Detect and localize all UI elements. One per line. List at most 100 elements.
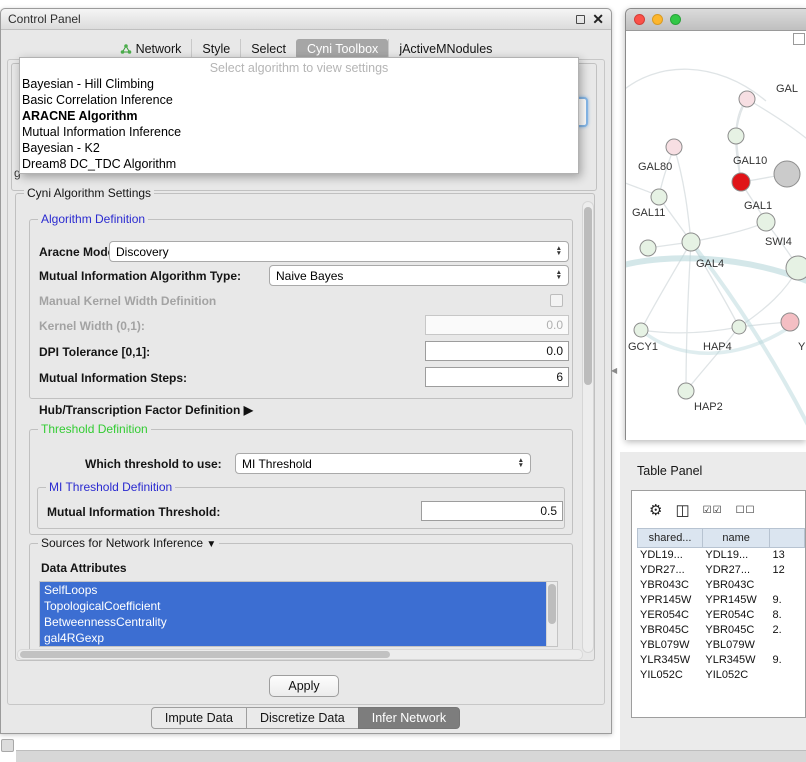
algorithm-option-bayesian-k2[interactable]: Bayesian - K2 xyxy=(20,140,578,156)
close-traffic-light[interactable] xyxy=(634,14,645,25)
algorithm-option-basic-correlation-inference[interactable]: Basic Correlation Inference xyxy=(20,92,578,108)
network-node[interactable] xyxy=(728,128,744,144)
column-header-name[interactable]: name xyxy=(702,528,770,548)
table-cell: YDL19... xyxy=(702,548,769,563)
network-node-gal[interactable] xyxy=(739,91,755,107)
which-threshold-combo[interactable]: MI Threshold ▲▼ xyxy=(235,453,531,474)
network-node-gal80[interactable] xyxy=(666,139,682,155)
clear-selection-icon[interactable]: ☐☐ xyxy=(736,506,756,516)
aracne-mode-combo[interactable]: Discovery ▲▼ xyxy=(109,241,569,262)
table-cell xyxy=(770,668,806,683)
table-row[interactable]: YPR145WYPR145W9. xyxy=(637,593,805,608)
attribute-topologicalcoefficient[interactable]: TopologicalCoefficient xyxy=(40,598,546,614)
table-cell: YIL052C xyxy=(702,668,769,683)
tab-style[interactable]: Style xyxy=(191,39,240,59)
zoom-traffic-light[interactable] xyxy=(670,14,681,25)
select-all-icon[interactable]: ☑☑ xyxy=(703,506,723,516)
minimized-panel-icon[interactable] xyxy=(1,739,14,752)
scrollbar-thumb[interactable] xyxy=(584,207,592,385)
table-row[interactable]: YBR045CYBR045C2. xyxy=(637,623,805,638)
network-node[interactable] xyxy=(640,240,656,256)
aracne-mode-value: Discovery xyxy=(116,245,169,259)
network-node-y[interactable] xyxy=(781,313,799,331)
attribute-selfloops[interactable]: SelfLoops xyxy=(40,582,546,598)
network-node-label: Y xyxy=(798,341,806,353)
table-row[interactable]: YER054CYER054C8. xyxy=(637,608,805,623)
kernel-width-label: Kernel Width (0,1): xyxy=(39,319,145,333)
dpi-tolerance-field[interactable]: 0.0 xyxy=(425,341,569,361)
column-header-shared-[interactable]: shared... xyxy=(637,528,703,548)
combo-arrows-icon: ▲▼ xyxy=(550,271,562,280)
table-row[interactable]: YLR345WYLR345W9. xyxy=(637,653,805,668)
network-icon xyxy=(120,43,132,55)
settings-horizontal-scrollbar[interactable] xyxy=(17,649,583,660)
close-window-button[interactable]: ✕ xyxy=(592,12,604,26)
scrollbar-thumb[interactable] xyxy=(20,651,390,658)
network-node-gal4[interactable] xyxy=(682,233,700,251)
network-node[interactable] xyxy=(774,161,800,187)
table-cell xyxy=(770,638,806,653)
control-panel-titlebar[interactable]: Control Panel ✕ xyxy=(1,9,611,30)
sources-group-title[interactable]: Sources for Network Inference ▼ xyxy=(38,536,219,550)
mi-steps-field[interactable]: 6 xyxy=(425,367,569,387)
splitter-collapse-icon[interactable]: ◀ xyxy=(611,366,617,375)
minimize-traffic-light[interactable] xyxy=(652,14,663,25)
tab-jactivemnodules[interactable]: jActiveMNodules xyxy=(388,39,502,59)
collapse-arrow-icon[interactable]: ▼ xyxy=(206,539,216,550)
attributes-scrollbar[interactable] xyxy=(546,582,557,646)
hub-section-label[interactable]: Hub/Transcription Factor Definition ▶ xyxy=(39,403,253,417)
table-cell: YPR145W xyxy=(702,593,769,608)
table-panel-title: Table Panel xyxy=(637,464,702,478)
table-row[interactable]: YDL19...YDL19...13 xyxy=(637,548,805,563)
network-node-hap2[interactable] xyxy=(678,383,694,399)
gear-icon[interactable]: ⚙ xyxy=(649,503,662,518)
algorithm-option-dream8-dc-tdc-algorithm[interactable]: Dream8 DC_TDC Algorithm xyxy=(20,156,578,172)
settings-vertical-scrollbar[interactable] xyxy=(582,201,594,653)
tab-network[interactable]: Network xyxy=(110,39,192,59)
table-cell: YDR27... xyxy=(637,563,702,578)
table-cell xyxy=(770,578,806,593)
top-tabs: NetworkStyleSelectCyni ToolboxjActiveMNo… xyxy=(1,39,611,59)
mi-steps-value: 6 xyxy=(556,370,563,384)
table-row[interactable]: YBL079WYBL079W xyxy=(637,638,805,653)
algorithm-option-bayesian-hill-climbing[interactable]: Bayesian - Hill Climbing xyxy=(20,76,578,92)
manual-kernel-checkbox[interactable] xyxy=(550,294,563,307)
network-node-gal10[interactable] xyxy=(732,173,750,191)
table-row[interactable]: YIL052CYIL052C xyxy=(637,668,805,683)
birdseye-toggle[interactable] xyxy=(793,33,805,45)
aracne-mode-label: Aracne Mode: xyxy=(39,245,118,259)
attribute-gal4rgexp[interactable]: gal4RGexp xyxy=(40,630,546,646)
table-cell: YBR045C xyxy=(637,623,702,638)
table-row[interactable]: YDR27...YDR27...12 xyxy=(637,563,805,578)
network-node-label: HAP4 xyxy=(703,341,732,353)
mi-type-combo[interactable]: Naive Bayes ▲▼ xyxy=(269,265,569,286)
algorithm-option-mutual-information-inference[interactable]: Mutual Information Inference xyxy=(20,124,578,140)
tab-cyni-toolbox[interactable]: Cyni Toolbox xyxy=(296,39,388,59)
table-cell: YER054C xyxy=(637,608,702,623)
tab-impute-data[interactable]: Impute Data xyxy=(151,707,247,729)
algorithm-option-aracne-algorithm[interactable]: ARACNE Algorithm xyxy=(20,108,578,124)
network-node-swi4[interactable] xyxy=(786,256,806,280)
network-canvas[interactable]: GALGAL80GAL10GAL11GAL1SWI4GAL4GCY1HAP4YH… xyxy=(626,31,806,440)
kernel-width-field[interactable]: 0.0 xyxy=(425,315,569,335)
cyni-settings-title: Cyni Algorithm Settings xyxy=(24,186,154,200)
attribute-betweennesscentrality[interactable]: BetweennessCentrality xyxy=(40,614,546,630)
float-window-button[interactable] xyxy=(576,15,585,24)
expand-arrow-icon[interactable]: ▶ xyxy=(244,403,253,417)
tab-discretize-data[interactable]: Discretize Data xyxy=(246,707,359,729)
tab-infer-network[interactable]: Infer Network xyxy=(358,707,460,729)
network-window-titlebar[interactable] xyxy=(626,9,806,31)
network-node-hap4[interactable] xyxy=(732,320,746,334)
columns-icon[interactable]: ◫ xyxy=(675,503,689,518)
table-cell: YBR045C xyxy=(702,623,769,638)
apply-button[interactable]: Apply xyxy=(269,675,339,697)
table-row[interactable]: YBR043CYBR043C xyxy=(637,578,805,593)
mi-threshold-field[interactable]: 0.5 xyxy=(421,501,563,521)
network-node-gal1[interactable] xyxy=(757,213,775,231)
manual-kernel-label: Manual Kernel Width Definition xyxy=(39,294,216,308)
threshold-definition-title: Threshold Definition xyxy=(38,422,151,436)
network-node-gcy1[interactable] xyxy=(634,323,648,337)
tab-select[interactable]: Select xyxy=(240,39,296,59)
network-node-gal11[interactable] xyxy=(651,189,667,205)
column-header-2[interactable] xyxy=(769,528,805,548)
